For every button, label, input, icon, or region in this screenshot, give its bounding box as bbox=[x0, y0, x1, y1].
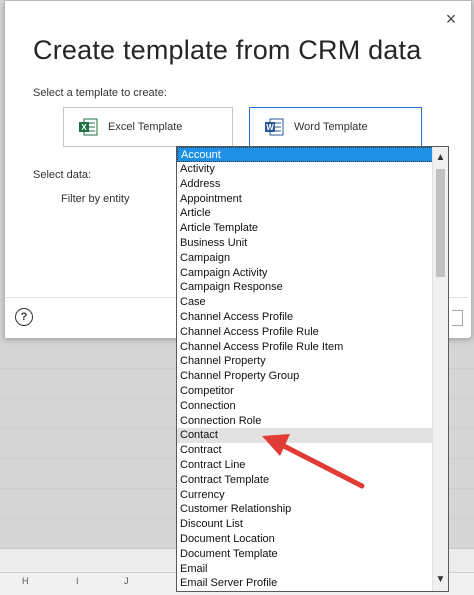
annotation-arrow-icon bbox=[262, 434, 365, 489]
dropdown-item-campaign-activity[interactable]: Campaign Activity bbox=[177, 266, 434, 281]
scroll-down-icon[interactable]: ▼ bbox=[433, 573, 448, 587]
word-template-button[interactable]: W Word Template bbox=[249, 107, 422, 147]
footer-button-edge[interactable] bbox=[452, 310, 463, 326]
excel-template-label: Excel Template bbox=[108, 121, 183, 133]
svg-text:X: X bbox=[81, 123, 87, 132]
dropdown-item-channel-property-group[interactable]: Channel Property Group bbox=[177, 369, 434, 384]
dropdown-item-email[interactable]: Email bbox=[177, 562, 434, 577]
scroll-up-icon[interactable]: ▲ bbox=[433, 151, 448, 165]
dropdown-item-article-template[interactable]: Article Template bbox=[177, 221, 434, 236]
dropdown-item-appointment[interactable]: Appointment bbox=[177, 192, 434, 207]
dropdown-item-document-template[interactable]: Document Template bbox=[177, 547, 434, 562]
entity-dropdown-list[interactable]: Account Activity Address Appointment Article… bbox=[176, 146, 449, 592]
dropdown-item-address[interactable]: Address bbox=[177, 177, 434, 192]
entity-list: Account Activity Address Appointment Article… bbox=[177, 147, 434, 591]
dropdown-item-business-unit[interactable]: Business Unit bbox=[177, 236, 434, 251]
dropdown-item-connection[interactable]: Connection bbox=[177, 399, 434, 414]
column-header[interactable]: J bbox=[124, 576, 129, 586]
dropdown-item-customer-relationship[interactable]: Customer Relationship bbox=[177, 502, 434, 517]
dropdown-item-email-server-profile[interactable]: Email Server Profile bbox=[177, 576, 434, 591]
close-button[interactable]: × bbox=[443, 10, 459, 28]
help-icon[interactable]: ? bbox=[15, 308, 33, 326]
dropdown-item-activity[interactable]: Activity bbox=[177, 162, 434, 177]
column-header[interactable]: I bbox=[76, 576, 79, 586]
dropdown-item-campaign[interactable]: Campaign bbox=[177, 251, 434, 266]
dropdown-item-article[interactable]: Article bbox=[177, 206, 434, 221]
dropdown-item-account[interactable]: Account bbox=[177, 147, 434, 162]
dropdown-item-channel-property[interactable]: Channel Property bbox=[177, 354, 434, 369]
dropdown-scrollbar[interactable]: ▲ ▼ bbox=[432, 147, 448, 591]
svg-text:W: W bbox=[266, 123, 274, 132]
dropdown-item-channel-access-profile[interactable]: Channel Access Profile bbox=[177, 310, 434, 325]
select-template-label: Select a template to create: bbox=[33, 87, 167, 99]
dropdown-item-channel-access-profile-rule[interactable]: Channel Access Profile Rule bbox=[177, 325, 434, 340]
dialog-title: Create template from CRM data bbox=[33, 35, 422, 65]
dropdown-item-campaign-response[interactable]: Campaign Response bbox=[177, 280, 434, 295]
word-icon: W bbox=[264, 117, 284, 137]
dropdown-item-channel-access-profile-rule-item[interactable]: Channel Access Profile Rule Item bbox=[177, 340, 434, 355]
dropdown-item-document-location[interactable]: Document Location bbox=[177, 532, 434, 547]
dropdown-item-competitor[interactable]: Competitor bbox=[177, 384, 434, 399]
scroll-thumb[interactable] bbox=[436, 169, 445, 277]
column-header[interactable]: H bbox=[22, 576, 29, 586]
excel-icon: X bbox=[78, 117, 98, 137]
filter-by-entity-label: Filter by entity bbox=[61, 193, 130, 205]
dropdown-item-discount-list[interactable]: Discount List bbox=[177, 517, 434, 532]
excel-template-button[interactable]: X Excel Template bbox=[63, 107, 233, 147]
dropdown-item-case[interactable]: Case bbox=[177, 295, 434, 310]
select-data-label: Select data: bbox=[33, 169, 92, 181]
word-template-label: Word Template bbox=[294, 121, 368, 133]
